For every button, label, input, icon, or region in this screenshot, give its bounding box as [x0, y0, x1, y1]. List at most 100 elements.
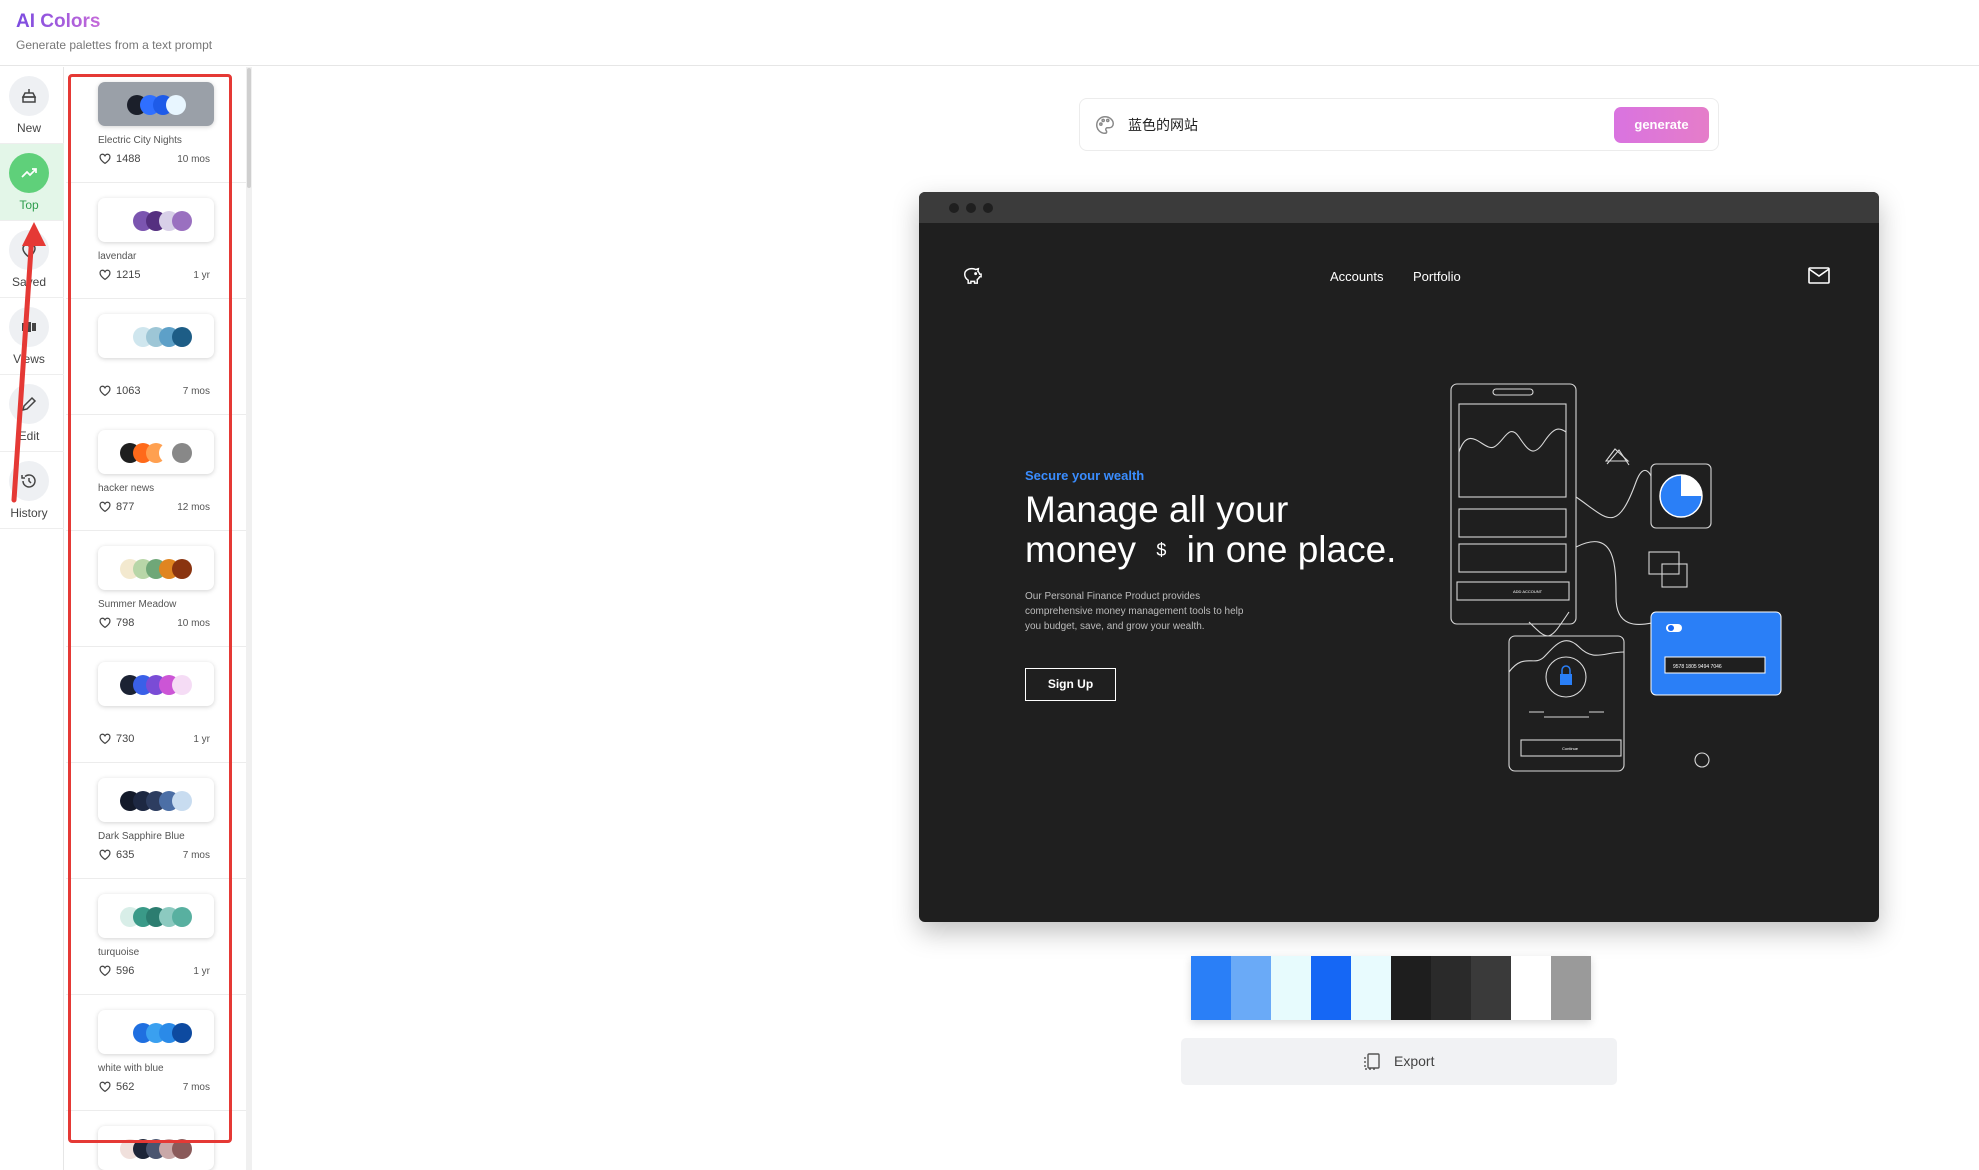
- hero-headline-line2: money $ in one place.: [1025, 530, 1396, 570]
- like-count: 1063: [116, 384, 141, 397]
- palette-thumbnail[interactable]: [98, 82, 214, 126]
- color-swatch[interactable]: [1431, 956, 1471, 1020]
- color-swatch[interactable]: [1551, 956, 1591, 1020]
- heart-icon: [98, 732, 112, 745]
- palette-list-scrollbar[interactable]: [246, 67, 252, 1170]
- palette-thumbnail[interactable]: [98, 894, 214, 938]
- palette-age: 12 mos: [177, 502, 210, 513]
- preview-nav-accounts[interactable]: Accounts: [1330, 269, 1383, 284]
- like-button[interactable]: 596: [98, 964, 134, 977]
- like-button[interactable]: 877: [98, 500, 134, 513]
- palette-list-item[interactable]: 730 1 yr: [66, 647, 246, 763]
- color-swatch[interactable]: [1311, 956, 1351, 1020]
- export-label: Export: [1394, 1053, 1435, 1069]
- like-button[interactable]: 730: [98, 732, 134, 745]
- palette-thumbnail[interactable]: [98, 314, 214, 358]
- palette-color-dot: [172, 443, 192, 463]
- layers-icon: [9, 76, 49, 116]
- palette-color-dot: [172, 675, 192, 695]
- nav-item-new[interactable]: New: [0, 67, 64, 144]
- export-button[interactable]: Export: [1181, 1038, 1617, 1085]
- palette-color-dot: [172, 211, 192, 231]
- hero-headline-end: in one place.: [1186, 529, 1397, 570]
- palette-name: Electric City Nights: [98, 135, 182, 146]
- finance-illustration: ADD ACCOUNT 9578 1805 9494 7046 Continue: [1450, 383, 1782, 772]
- like-count: 798: [116, 616, 135, 629]
- like-button[interactable]: 798: [98, 616, 134, 629]
- prompt-bar: generate: [1079, 98, 1719, 151]
- prompt-input[interactable]: [1128, 111, 1628, 139]
- color-swatch[interactable]: [1191, 956, 1231, 1020]
- palette-thumbnail[interactable]: [98, 430, 214, 474]
- like-button[interactable]: 562: [98, 1080, 134, 1093]
- app-title[interactable]: AI Colors: [16, 11, 100, 33]
- heart-icon: [98, 384, 112, 397]
- piggy-bank-icon: [961, 265, 983, 290]
- color-swatch[interactable]: [1471, 956, 1511, 1020]
- app-subtitle: Generate palettes from a text prompt: [16, 38, 213, 52]
- like-count: 1215: [116, 268, 141, 281]
- heart-icon: [98, 268, 112, 281]
- palette-thumbnail[interactable]: [98, 778, 214, 822]
- palette-list-item[interactable]: Summer Meadow 798 10 mos: [66, 531, 246, 647]
- palette-list-item[interactable]: 1063 7 mos: [66, 299, 246, 415]
- website-preview: Accounts Portfolio Secure your wealth Ma…: [919, 192, 1879, 922]
- palette-list-item[interactable]: turquoise 596 1 yr: [66, 879, 246, 995]
- palette-age: 7 mos: [182, 386, 210, 397]
- palette-age: 10 mos: [177, 618, 210, 629]
- color-swatch[interactable]: [1271, 956, 1311, 1020]
- color-swatch[interactable]: [1391, 956, 1431, 1020]
- palette-name: Dark Sapphire Blue: [98, 831, 185, 842]
- color-swatch[interactable]: [1351, 956, 1391, 1020]
- palette-thumbnail[interactable]: [98, 546, 214, 590]
- palette-list-item[interactable]: lavendar 1215 1 yr: [66, 183, 246, 299]
- like-count: 562: [116, 1080, 135, 1093]
- palette-color-dot: [172, 791, 192, 811]
- palette-icon: [1094, 114, 1116, 136]
- hero-description: Our Personal Finance Product provides co…: [1025, 591, 1244, 632]
- palette-color-dot: [172, 559, 192, 579]
- color-swatch[interactable]: [1511, 956, 1551, 1020]
- palette-name: turquoise: [98, 947, 140, 958]
- like-button[interactable]: 1063: [98, 384, 140, 397]
- window-dot-icon: [949, 203, 959, 213]
- mail-icon[interactable]: [1808, 267, 1830, 289]
- heart-icon: [98, 500, 112, 513]
- like-count: 730: [116, 732, 135, 745]
- palette-list-item[interactable]: hacker news 877 12 mos: [66, 415, 246, 531]
- palette-thumbnail[interactable]: [98, 1126, 214, 1170]
- window-dot-icon: [966, 203, 976, 213]
- palette-swatches: [1191, 956, 1591, 1020]
- palette-age: 1 yr: [193, 966, 210, 977]
- palette-thumbnail[interactable]: [98, 198, 214, 242]
- palette-list-item[interactable]: navy and blush: [66, 1111, 246, 1170]
- like-button[interactable]: 1215: [98, 268, 140, 281]
- palette-list-item[interactable]: Electric City Nights 1488 10 mos: [66, 67, 246, 183]
- hero-headline-line1: Manage all your: [1025, 489, 1289, 530]
- palette-list: Electric City Nights 1488 10 mos lavendar 12…: [66, 67, 248, 1170]
- trending-up-icon: [9, 153, 49, 193]
- palette-list-scroll-thumb[interactable]: [247, 68, 251, 188]
- hero-eyebrow: Secure your wealth: [1025, 468, 1145, 483]
- palette-color-dot: [172, 327, 192, 347]
- palette-name: Summer Meadow: [98, 599, 177, 610]
- palette-name: hacker news: [98, 483, 155, 494]
- preview-window-bar: [919, 192, 1879, 223]
- preview-nav-portfolio[interactable]: Portfolio: [1413, 269, 1461, 284]
- phone-button-label: ADD ACCOUNT: [1513, 589, 1543, 594]
- palette-list-item[interactable]: white with blue 562 7 mos: [66, 995, 246, 1111]
- palette-age: 10 mos: [177, 154, 210, 165]
- like-button[interactable]: 1488: [98, 152, 140, 165]
- palette-thumbnail[interactable]: [98, 1010, 214, 1054]
- color-swatch[interactable]: [1231, 956, 1271, 1020]
- palette-thumbnail[interactable]: [98, 662, 214, 706]
- heart-icon: [98, 616, 112, 629]
- heart-icon: [98, 152, 112, 165]
- sign-up-button[interactable]: Sign Up: [1025, 668, 1116, 701]
- nav-item-label: New: [16, 121, 41, 135]
- palette-age: 7 mos: [182, 850, 210, 861]
- like-button[interactable]: 635: [98, 848, 134, 861]
- dollar-icon: $: [1156, 540, 1167, 560]
- generate-button[interactable]: generate: [1614, 107, 1709, 143]
- palette-list-item[interactable]: Dark Sapphire Blue 635 7 mos: [66, 763, 246, 879]
